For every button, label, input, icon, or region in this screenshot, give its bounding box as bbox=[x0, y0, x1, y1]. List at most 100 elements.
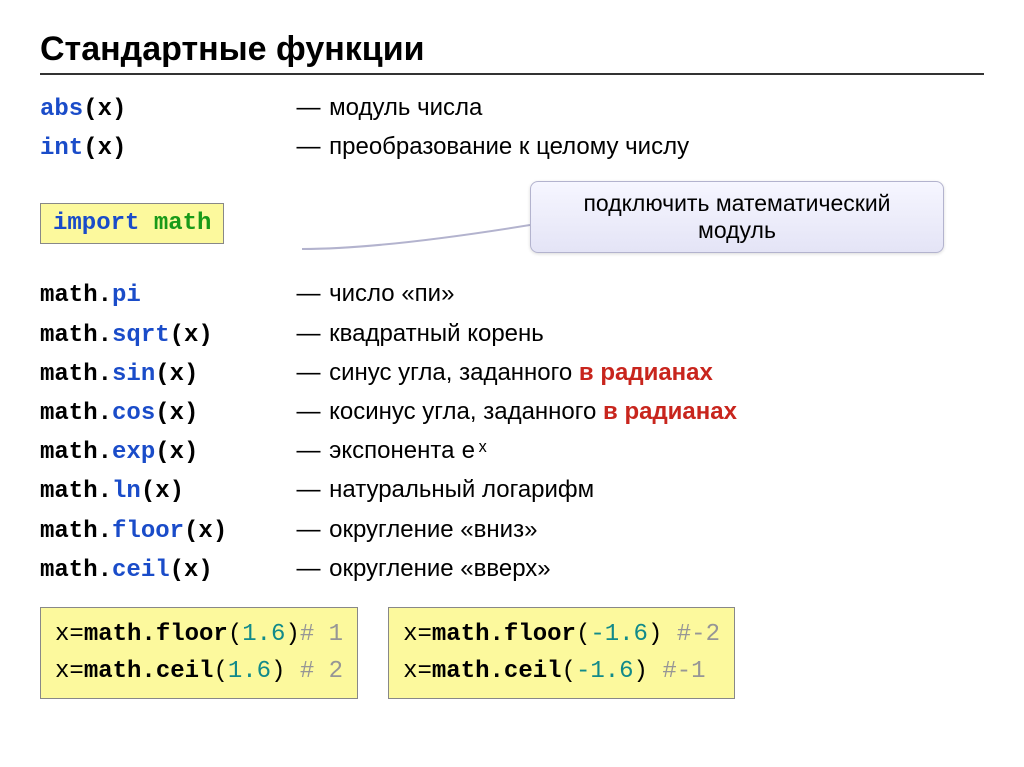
dash: — bbox=[296, 398, 320, 425]
paren: ) bbox=[271, 658, 285, 685]
paren: ) bbox=[648, 621, 662, 648]
func-row: math.exp(x) — экспонента eˣ bbox=[40, 432, 984, 471]
example-box-negative: x=math.floor(-1.6) #-2 x=math.ceil(-1.6)… bbox=[388, 607, 735, 699]
var: x bbox=[403, 658, 417, 685]
func-name: exp bbox=[112, 439, 155, 466]
func-row: abs(x) — модуль числа bbox=[40, 89, 984, 128]
space bbox=[662, 621, 676, 648]
func-desc: округление «вверх» bbox=[329, 555, 551, 582]
example-boxes: x=math.floor(1.6)# 1 x=math.ceil(1.6) # … bbox=[40, 607, 984, 699]
func-desc: натуральный логарифм bbox=[329, 476, 594, 503]
module-prefix: math. bbox=[40, 439, 112, 466]
example-box-positive: x=math.floor(1.6)# 1 x=math.ceil(1.6) # … bbox=[40, 607, 358, 699]
func-args: (x) bbox=[141, 478, 184, 505]
func-row: math.floor(x) — округление «вниз» bbox=[40, 511, 984, 550]
eq: = bbox=[69, 658, 83, 685]
comment: # 1 bbox=[300, 621, 343, 648]
comment: # 2 bbox=[300, 658, 343, 685]
paren: ( bbox=[562, 658, 576, 685]
dash: — bbox=[296, 516, 320, 543]
func-name: abs bbox=[40, 96, 83, 123]
paren: ( bbox=[228, 621, 242, 648]
number-literal: 1.6 bbox=[242, 621, 285, 648]
func-name: pi bbox=[112, 282, 141, 309]
eq: = bbox=[69, 621, 83, 648]
math-functions-list: math.pi — число «пи» math.sqrt(x) — квад… bbox=[40, 275, 984, 589]
comment: #-2 bbox=[677, 621, 720, 648]
dash: — bbox=[296, 94, 320, 121]
func-name: ln bbox=[112, 478, 141, 505]
horizontal-rule bbox=[40, 73, 984, 75]
func-args: (x) bbox=[170, 557, 213, 584]
func-args: (x) bbox=[184, 518, 227, 545]
call: math.ceil bbox=[84, 658, 214, 685]
module-prefix: math. bbox=[40, 400, 112, 427]
func-args: (x) bbox=[155, 439, 198, 466]
number-literal: 1.6 bbox=[228, 658, 271, 685]
dash: — bbox=[296, 437, 320, 464]
func-name: floor bbox=[112, 518, 184, 545]
call: math.floor bbox=[432, 621, 576, 648]
var: x bbox=[55, 658, 69, 685]
call: math.ceil bbox=[432, 658, 562, 685]
callout-bubble: подключить математический модуль bbox=[530, 181, 944, 253]
func-desc: экспонента bbox=[329, 437, 461, 464]
space bbox=[285, 658, 299, 685]
dash: — bbox=[296, 280, 320, 307]
func-desc: число «пи» bbox=[329, 280, 454, 307]
eq: = bbox=[418, 621, 432, 648]
module-prefix: math. bbox=[40, 361, 112, 388]
module-prefix: math. bbox=[40, 478, 112, 505]
func-row: math.sin(x) — синус угла, заданного в ра… bbox=[40, 354, 984, 393]
paren: ( bbox=[576, 621, 590, 648]
code-line: x=math.ceil(-1.6) #-1 bbox=[403, 653, 720, 690]
func-args: (x) bbox=[155, 361, 198, 388]
eq: = bbox=[418, 658, 432, 685]
space bbox=[648, 658, 662, 685]
builtin-functions-list: abs(x) — модуль числа int(x) — преобразо… bbox=[40, 89, 984, 167]
func-desc: косинус угла, заданного bbox=[329, 398, 603, 425]
number-literal: -1.6 bbox=[590, 621, 648, 648]
var: x bbox=[403, 621, 417, 648]
func-args: (x) bbox=[155, 400, 198, 427]
import-keyword: import bbox=[53, 210, 139, 237]
func-name: cos bbox=[112, 400, 155, 427]
dash: — bbox=[296, 359, 320, 386]
func-desc-highlight: в радианах bbox=[579, 359, 713, 386]
func-args: (x) bbox=[83, 135, 126, 162]
func-args: (x) bbox=[170, 322, 213, 349]
func-name: sqrt bbox=[112, 322, 170, 349]
paren: ( bbox=[213, 658, 227, 685]
dash: — bbox=[296, 555, 320, 582]
call: math.floor bbox=[84, 621, 228, 648]
var: x bbox=[55, 621, 69, 648]
func-args: (x) bbox=[83, 96, 126, 123]
func-row: math.ceil(x) — округление «вверх» bbox=[40, 550, 984, 589]
code-line: x=math.floor(-1.6) #-2 bbox=[403, 616, 720, 653]
paren: ) bbox=[285, 621, 299, 648]
func-name: int bbox=[40, 135, 83, 162]
dash: — bbox=[296, 476, 320, 503]
func-desc: округление «вниз» bbox=[329, 516, 537, 543]
func-desc-mono: eˣ bbox=[461, 439, 490, 466]
page-title: Стандартные функции bbox=[40, 30, 984, 69]
func-row: math.cos(x) — косинус угла, заданного в … bbox=[40, 393, 984, 432]
number-literal: -1.6 bbox=[576, 658, 634, 685]
func-row: math.ln(x) — натуральный логарифм bbox=[40, 471, 984, 510]
func-desc: модуль числа bbox=[329, 94, 482, 121]
func-name: ceil bbox=[112, 557, 170, 584]
func-name: sin bbox=[112, 361, 155, 388]
callout-connector bbox=[302, 221, 530, 251]
dash: — bbox=[296, 133, 320, 160]
func-desc: преобразование к целому числу bbox=[329, 133, 689, 160]
paren: ) bbox=[634, 658, 648, 685]
import-section: import math подключить математический мо… bbox=[40, 185, 984, 257]
import-module: math bbox=[154, 210, 212, 237]
module-prefix: math. bbox=[40, 282, 112, 309]
func-row: int(x) — преобразование к целому числу bbox=[40, 128, 984, 167]
dash: — bbox=[296, 320, 320, 347]
module-prefix: math. bbox=[40, 518, 112, 545]
func-desc: квадратный корень bbox=[329, 320, 544, 347]
func-desc: синус угла, заданного bbox=[329, 359, 579, 386]
code-line: x=math.floor(1.6)# 1 bbox=[55, 616, 343, 653]
